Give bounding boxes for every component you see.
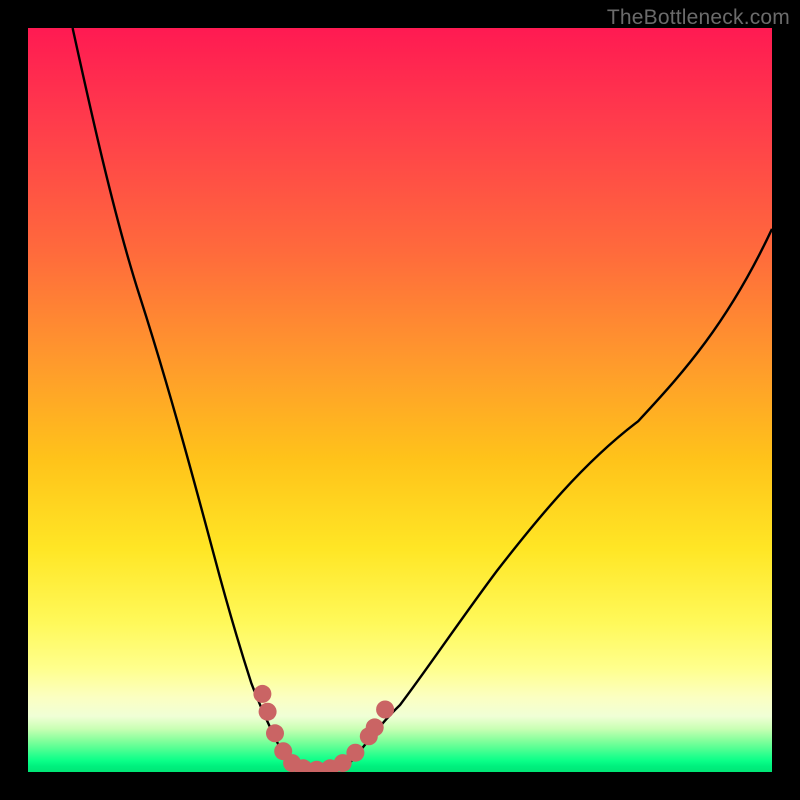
highlight-dots [253,685,394,772]
chart-frame: TheBottleneck.com [0,0,800,800]
curve-right-arm [348,229,772,765]
curve-left-arm [73,28,293,765]
plot-area [28,28,772,772]
curve-layer [28,28,772,772]
watermark-text: TheBottleneck.com [607,6,790,30]
